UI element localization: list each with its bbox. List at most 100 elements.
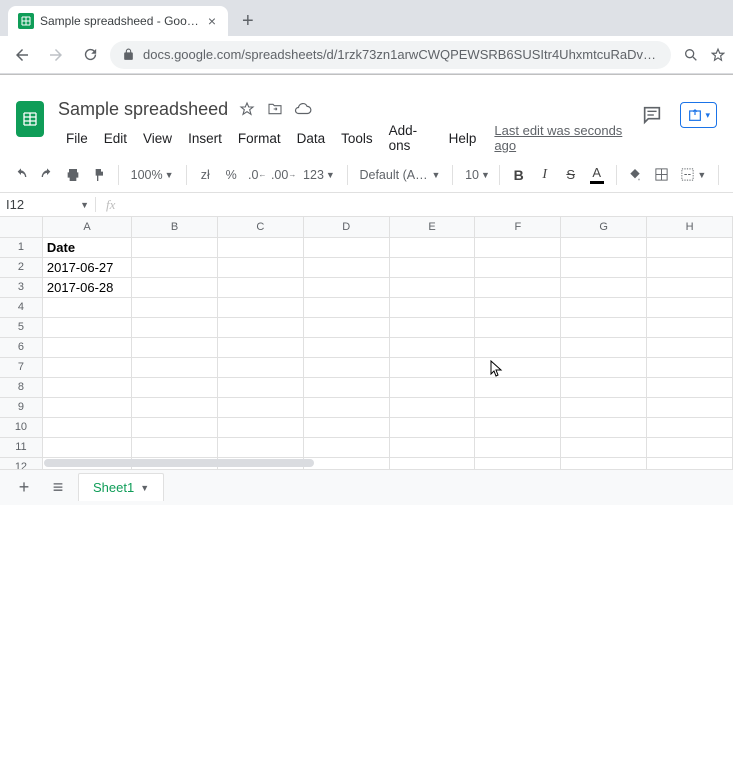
cell-H4[interactable] xyxy=(647,297,733,317)
column-header[interactable]: D xyxy=(303,217,389,237)
browser-tab[interactable]: Sample spreadsheed - Google Sh × xyxy=(8,6,228,36)
cell-F11[interactable] xyxy=(475,437,561,457)
cell-E2[interactable] xyxy=(389,257,475,277)
cell-E1[interactable] xyxy=(389,237,475,257)
cell-G5[interactable] xyxy=(561,317,647,337)
sheets-logo[interactable] xyxy=(12,97,48,141)
column-header[interactable]: C xyxy=(217,217,303,237)
row-header[interactable]: 8 xyxy=(0,377,42,397)
increase-decimal-button[interactable]: .00→ xyxy=(272,163,295,187)
cell-D6[interactable] xyxy=(303,337,389,357)
cell-D9[interactable] xyxy=(303,397,389,417)
zoom-dropdown[interactable]: 100%▼ xyxy=(127,168,178,182)
paint-format-button[interactable] xyxy=(88,163,110,187)
cell-C6[interactable] xyxy=(217,337,303,357)
decrease-decimal-button[interactable]: .0← xyxy=(246,163,268,187)
share-button[interactable]: ▾ xyxy=(680,102,717,128)
cell-G3[interactable] xyxy=(561,277,647,297)
row-header[interactable]: 11 xyxy=(0,437,42,457)
cell-D2[interactable] xyxy=(303,257,389,277)
menu-data[interactable]: Data xyxy=(289,129,334,148)
cell-E3[interactable] xyxy=(389,277,475,297)
borders-button[interactable] xyxy=(650,163,672,187)
cell-H6[interactable] xyxy=(647,337,733,357)
column-header[interactable]: F xyxy=(475,217,561,237)
cell-H9[interactable] xyxy=(647,397,733,417)
cell-H2[interactable] xyxy=(647,257,733,277)
cell-C4[interactable] xyxy=(217,297,303,317)
star-outline-icon[interactable] xyxy=(238,100,256,118)
font-size-dropdown[interactable]: 10▼ xyxy=(461,168,491,182)
cell-G8[interactable] xyxy=(561,377,647,397)
cell-F9[interactable] xyxy=(475,397,561,417)
column-header[interactable]: A xyxy=(42,217,131,237)
menu-help[interactable]: Help xyxy=(441,129,485,148)
bold-button[interactable]: B xyxy=(508,163,530,187)
cell-A4[interactable] xyxy=(42,297,131,317)
cell-E10[interactable] xyxy=(389,417,475,437)
cell-F10[interactable] xyxy=(475,417,561,437)
row-header[interactable]: 3 xyxy=(0,277,42,297)
menu-tools[interactable]: Tools xyxy=(333,129,381,148)
italic-button[interactable]: I xyxy=(534,163,556,187)
cell-E7[interactable] xyxy=(389,357,475,377)
close-icon[interactable]: × xyxy=(206,13,218,29)
cell-F4[interactable] xyxy=(475,297,561,317)
font-dropdown[interactable]: Default (Ari...▼ xyxy=(355,168,444,182)
cell-E8[interactable] xyxy=(389,377,475,397)
cell-C2[interactable] xyxy=(217,257,303,277)
cell-A11[interactable] xyxy=(42,437,131,457)
row-header[interactable]: 4 xyxy=(0,297,42,317)
number-format-dropdown[interactable]: 123▼ xyxy=(299,168,339,182)
cell-H3[interactable] xyxy=(647,277,733,297)
cell-B11[interactable] xyxy=(132,437,218,457)
cell-A1[interactable]: Date xyxy=(42,237,131,257)
undo-button[interactable] xyxy=(10,163,32,187)
column-header[interactable]: B xyxy=(132,217,218,237)
search-zoom-icon[interactable] xyxy=(677,41,705,69)
cell-D1[interactable] xyxy=(303,237,389,257)
cell-H1[interactable] xyxy=(647,237,733,257)
cell-C10[interactable] xyxy=(217,417,303,437)
cell-G1[interactable] xyxy=(561,237,647,257)
cell-A3[interactable]: 2017-06-28 xyxy=(42,277,131,297)
formula-input[interactable] xyxy=(125,193,733,216)
row-header[interactable]: 7 xyxy=(0,357,42,377)
cell-B8[interactable] xyxy=(132,377,218,397)
last-edit-link[interactable]: Last edit was seconds ago xyxy=(494,123,628,153)
cell-B7[interactable] xyxy=(132,357,218,377)
column-header[interactable]: G xyxy=(561,217,647,237)
cell-A2[interactable]: 2017-06-27 xyxy=(42,257,131,277)
cell-E6[interactable] xyxy=(389,337,475,357)
cell-A7[interactable] xyxy=(42,357,131,377)
url-field[interactable]: docs.google.com/spreadsheets/d/1rzk73zn1… xyxy=(110,41,671,69)
cell-H11[interactable] xyxy=(647,437,733,457)
cell-F1[interactable] xyxy=(475,237,561,257)
cell-A6[interactable] xyxy=(42,337,131,357)
redo-button[interactable] xyxy=(36,163,58,187)
row-header[interactable]: 6 xyxy=(0,337,42,357)
text-color-button[interactable]: A xyxy=(586,163,608,187)
cell-E11[interactable] xyxy=(389,437,475,457)
star-icon[interactable] xyxy=(711,41,725,69)
cell-E9[interactable] xyxy=(389,397,475,417)
cell-G10[interactable] xyxy=(561,417,647,437)
cloud-status-icon[interactable] xyxy=(294,100,312,118)
cell-G2[interactable] xyxy=(561,257,647,277)
cell-C8[interactable] xyxy=(217,377,303,397)
cell-A9[interactable] xyxy=(42,397,131,417)
cell-D7[interactable] xyxy=(303,357,389,377)
strikethrough-button[interactable]: S xyxy=(560,163,582,187)
forward-button[interactable] xyxy=(42,41,70,69)
row-header[interactable]: 12 xyxy=(0,457,42,469)
currency-button[interactable]: zł xyxy=(194,163,216,187)
cell-G6[interactable] xyxy=(561,337,647,357)
all-sheets-button[interactable]: ≡ xyxy=(44,474,72,502)
cell-E4[interactable] xyxy=(389,297,475,317)
cell-F2[interactable] xyxy=(475,257,561,277)
cell-D5[interactable] xyxy=(303,317,389,337)
cell-B9[interactable] xyxy=(132,397,218,417)
cell-G4[interactable] xyxy=(561,297,647,317)
merge-cells-button[interactable]: ▼ xyxy=(676,167,710,182)
column-header[interactable]: E xyxy=(389,217,475,237)
